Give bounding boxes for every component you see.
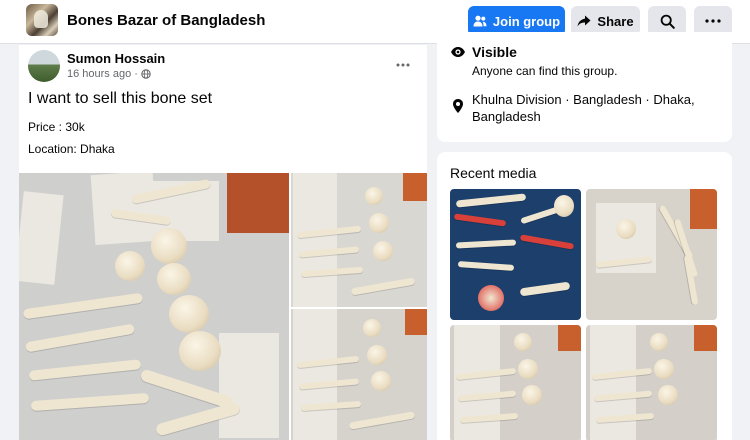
skull-fragment: [363, 319, 381, 337]
bone: [453, 213, 507, 227]
recent-media-card: Recent media: [437, 152, 732, 440]
bone: [28, 359, 142, 381]
bone: [350, 277, 416, 296]
wooden-crate: [403, 173, 427, 201]
location-pin-icon: [453, 99, 463, 113]
group-cover-thumbnail[interactable]: [26, 4, 58, 36]
skull-fragment: [658, 385, 678, 405]
bone: [348, 411, 416, 430]
skull-fragment: [518, 359, 538, 379]
post-author-name[interactable]: Sumon Hossain: [67, 51, 165, 66]
search-icon: [660, 14, 675, 29]
share-label: Share: [597, 13, 634, 29]
bone: [455, 193, 527, 208]
wooden-crate: [690, 189, 717, 229]
globe-icon: [141, 69, 151, 79]
media-thumbnail[interactable]: [586, 189, 717, 320]
newspaper-sheet: [293, 309, 337, 440]
post-location: Location: Dhaka: [28, 142, 115, 156]
eye-icon: [451, 47, 465, 57]
skull-fragment: [373, 241, 393, 261]
post-price: Price : 30k: [28, 120, 85, 134]
wooden-crate: [694, 325, 717, 351]
bone: [24, 323, 136, 353]
group-location: Khulna Division · Bangladesh · Dhaka, Ba…: [472, 92, 695, 124]
group-about-card: Visible Anyone can find this group. Khul…: [437, 32, 732, 142]
skull-fragment: [151, 228, 187, 264]
post-photo-main[interactable]: [19, 173, 289, 440]
group-name[interactable]: Bones Bazar of Bangladesh: [67, 12, 265, 29]
visibility-title: Visible: [472, 44, 517, 60]
bone: [22, 292, 144, 320]
newspaper-sheet: [19, 191, 64, 285]
newspaper-sheet: [590, 325, 636, 440]
skull-fragment: [157, 263, 191, 295]
people-icon: [473, 15, 487, 27]
skull-fragment: [478, 285, 504, 311]
skull-fragment: [554, 195, 574, 217]
post-photo-3[interactable]: [291, 309, 427, 440]
bone: [519, 234, 575, 250]
recent-media-title: Recent media: [450, 165, 537, 181]
wooden-crate: [405, 309, 427, 335]
newspaper-sheet: [90, 173, 158, 246]
skull-fragment: [115, 251, 145, 281]
skull-fragment: [365, 187, 383, 205]
ellipsis-icon: [396, 63, 410, 67]
visibility-description: Anyone can find this group.: [472, 64, 618, 78]
skull-fragment: [367, 345, 387, 365]
post-title: I want to sell this bone set: [28, 90, 213, 107]
newspaper-sheet: [293, 173, 337, 307]
join-group-label: Join group: [492, 13, 561, 29]
post-card: Sumon Hossain 16 hours ago · I want to s…: [19, 45, 427, 440]
newspaper-sheet: [219, 333, 279, 438]
newspaper-sheet: [454, 325, 500, 440]
skull-fragment: [179, 331, 221, 371]
bone: [683, 254, 699, 306]
skull-fragment: [522, 385, 542, 405]
skull-fragment: [371, 371, 391, 391]
post-photo-2[interactable]: [291, 173, 427, 307]
skull-fragment: [616, 219, 636, 239]
bone: [457, 261, 515, 271]
wooden-crate: [227, 173, 289, 233]
wooden-crate: [558, 325, 581, 351]
meta-separator: ·: [134, 68, 138, 80]
ellipsis-icon: [705, 19, 721, 23]
author-avatar[interactable]: [28, 50, 60, 82]
skull-fragment: [369, 213, 389, 233]
share-arrow-icon: [577, 15, 591, 27]
media-thumbnail[interactable]: [450, 325, 581, 440]
skull-fragment: [650, 333, 668, 351]
bone: [30, 392, 150, 412]
bone: [519, 281, 571, 297]
skull-fragment: [654, 359, 674, 379]
media-thumbnail[interactable]: [450, 189, 581, 320]
post-timestamp[interactable]: 16 hours ago: [67, 68, 131, 80]
bone: [455, 239, 517, 249]
media-thumbnail[interactable]: [586, 325, 717, 440]
post-meta: 16 hours ago ·: [67, 68, 151, 80]
skull-fragment: [514, 333, 532, 351]
skull-fragment: [169, 295, 209, 333]
post-options-button[interactable]: [392, 54, 414, 76]
